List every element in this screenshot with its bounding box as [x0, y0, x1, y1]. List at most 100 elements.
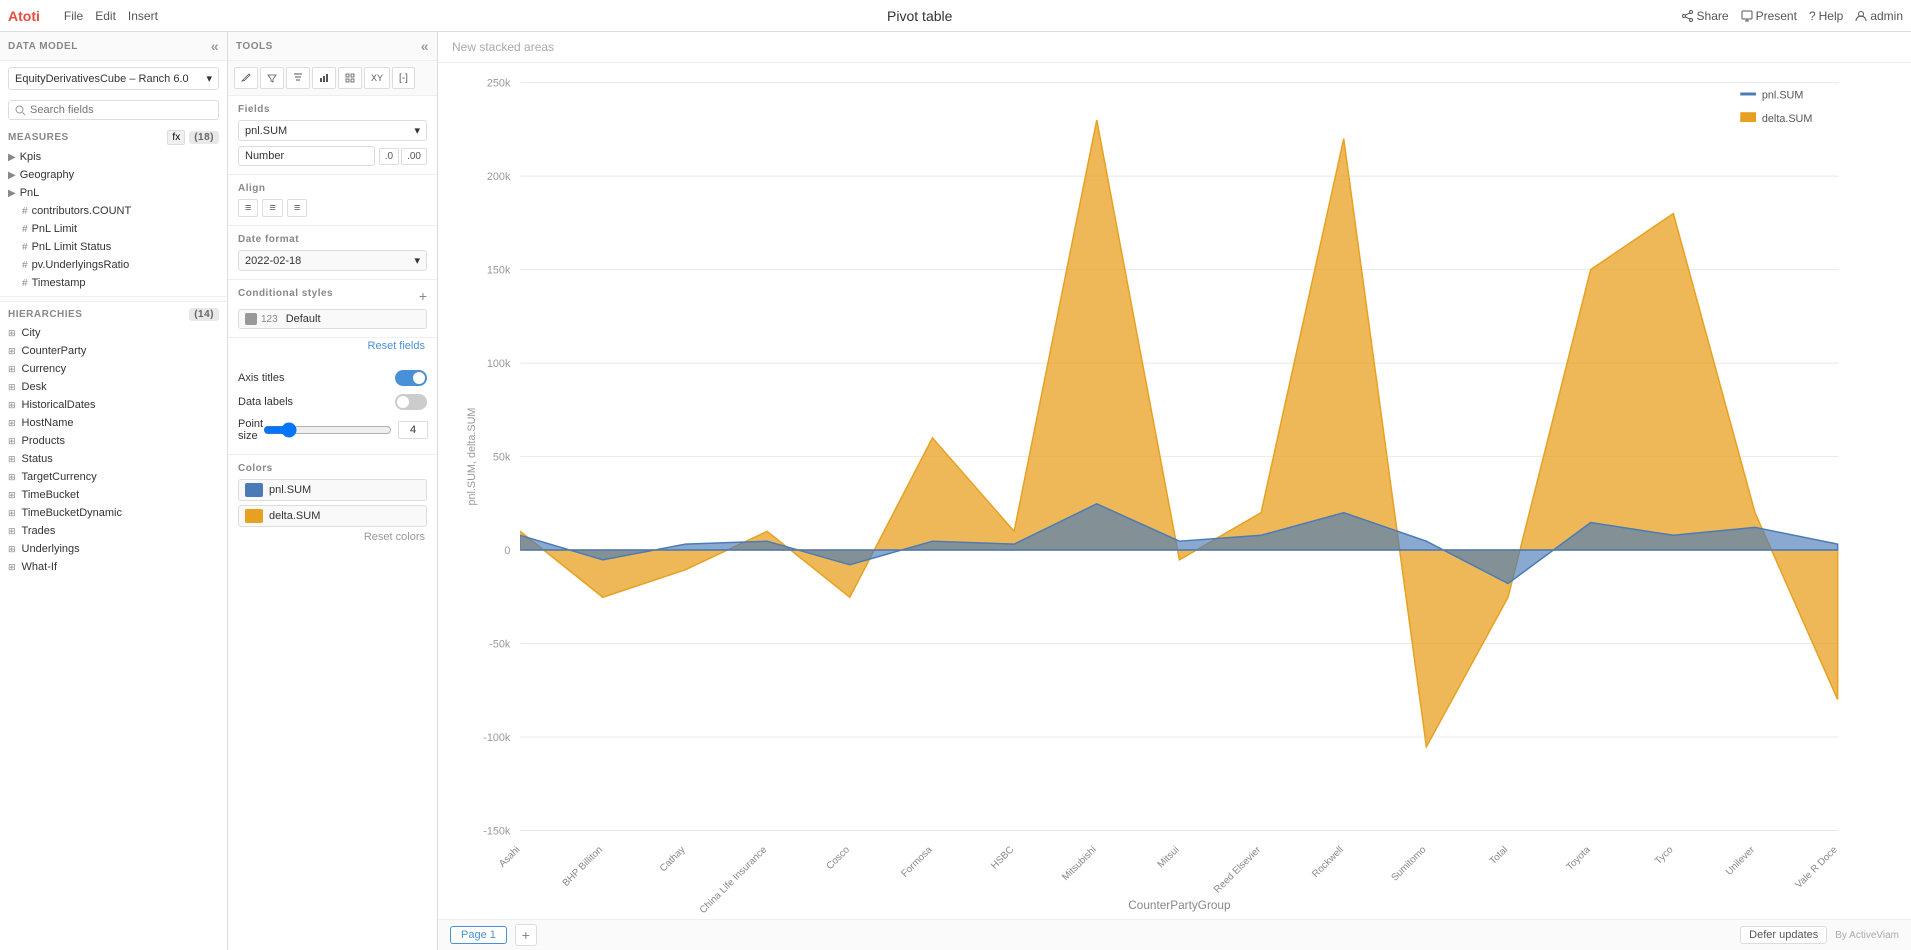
model-select[interactable]: EquityDerivativesCube – Ranch 6.0 ▾: [8, 67, 219, 90]
add-page-btn[interactable]: +: [515, 924, 537, 946]
date-format-input[interactable]: 2022-02-18 ▾: [238, 250, 427, 271]
filter-down-tool-btn[interactable]: [260, 67, 284, 89]
align-left-btn[interactable]: ≡: [238, 199, 258, 217]
legend-pnl-swatch: [1740, 93, 1756, 96]
measure-item-pnl[interactable]: ▶ PnL: [0, 184, 227, 202]
point-size-label: Point size: [238, 418, 263, 442]
pencil-tool-btn[interactable]: [234, 67, 258, 89]
hierarchy-item-timebucketdynamic[interactable]: ⊞ TimeBucketDynamic: [0, 504, 227, 522]
measures-list: ▶ Kpis ▶ Geography ▶ PnL # contributors.…: [0, 148, 227, 292]
data-labels-label: Data labels: [238, 396, 293, 408]
help-button[interactable]: ? Help: [1809, 9, 1843, 23]
format-decimal-btn[interactable]: .00: [401, 148, 427, 165]
x-label-reed: Reed Elsevier: [1212, 844, 1264, 896]
add-cond-btn[interactable]: +: [419, 288, 427, 304]
conditional-styles-section: Conditional styles + 123 Default: [228, 280, 437, 338]
grid-icon: [345, 73, 355, 83]
share-button[interactable]: Share: [1682, 9, 1729, 23]
delta-sum-area: [520, 120, 1837, 747]
hierarchy-item-status[interactable]: ⊞ Status: [0, 450, 227, 468]
y-tick: 50k: [493, 451, 511, 463]
divider: [0, 296, 227, 297]
hierarchy-item-targetcurrency[interactable]: ⊞ TargetCurrency: [0, 468, 227, 486]
bracket-tool-btn[interactable]: [-]: [392, 67, 415, 89]
align-center-btn[interactable]: ≡: [262, 199, 282, 217]
filter-down-icon: [267, 73, 277, 83]
hierarchy-item-whatif[interactable]: ⊞ What-If: [0, 558, 227, 576]
user-button[interactable]: admin: [1855, 9, 1903, 23]
x-label-cosco: Cosco: [824, 844, 852, 872]
defer-updates-btn[interactable]: Defer updates: [1740, 926, 1827, 944]
axis-titles-toggle[interactable]: [395, 370, 427, 386]
stacked-area-chart: 250k 200k 150k 100k 50k 0 -50k -100k -15…: [438, 63, 1911, 919]
align-label: Align: [238, 183, 427, 194]
delta-color-swatch[interactable]: [245, 509, 263, 523]
measure-item-pnl-limit-status[interactable]: # PnL Limit Status: [0, 238, 227, 256]
hierarchy-item-trades[interactable]: ⊞ Trades: [0, 522, 227, 540]
xy-tool-btn[interactable]: XY: [364, 67, 390, 89]
search-box: [8, 100, 219, 120]
page-title: Pivot table: [174, 8, 1666, 24]
hierarchy-icon: ⊞: [8, 382, 16, 393]
data-model-header: DATA MODEL «: [0, 32, 227, 61]
funnel-tool-btn[interactable]: [286, 67, 310, 89]
measure-item-kpis[interactable]: ▶ Kpis: [0, 148, 227, 166]
present-button[interactable]: Present: [1741, 9, 1797, 23]
measure-item-contributors-count[interactable]: # contributors.COUNT: [0, 202, 227, 220]
hierarchy-icon: ⊞: [8, 454, 16, 465]
hierarchies-section-header: HIERARCHIES (14): [0, 302, 227, 324]
type-select[interactable]: Number: [238, 146, 375, 166]
collapse-tools-btn[interactable]: «: [421, 38, 429, 54]
pnl-color-swatch[interactable]: [245, 483, 263, 497]
hierarchy-item-historicaldates[interactable]: ⊞ HistoricalDates: [0, 396, 227, 414]
brand-label: By ActiveViam: [1835, 930, 1899, 941]
hierarchy-icon: ⊞: [8, 346, 16, 357]
fx-button[interactable]: fx: [167, 130, 185, 145]
grid-tool-btn[interactable]: [338, 67, 362, 89]
collapse-left-btn[interactable]: «: [211, 38, 219, 54]
hierarchy-item-underlyings[interactable]: ⊞ Underlyings: [0, 540, 227, 558]
point-size-slider[interactable]: [263, 422, 392, 438]
hierarchy-item-hostname[interactable]: ⊞ HostName: [0, 414, 227, 432]
hierarchy-icon: ⊞: [8, 472, 16, 483]
hierarchy-item-desk[interactable]: ⊞ Desk: [0, 378, 227, 396]
reset-fields-link[interactable]: Reset fields: [238, 340, 427, 352]
align-btns: ≡ ≡ ≡: [238, 199, 427, 217]
y-tick: -50k: [489, 638, 511, 650]
menu-insert[interactable]: Insert: [128, 9, 158, 23]
tools-panel: TOOLS « XY [-]: [228, 32, 438, 950]
color-row-pnl: pnl.SUM: [238, 479, 427, 501]
data-labels-toggle[interactable]: [395, 394, 427, 410]
bar-chart-tool-btn[interactable]: [312, 67, 336, 89]
align-right-btn[interactable]: ≡: [287, 199, 307, 217]
measure-item-timestamp[interactable]: # Timestamp: [0, 274, 227, 292]
field-select[interactable]: pnl.SUM ▾: [238, 120, 427, 141]
fields-section: Fields pnl.SUM ▾ Number .0 .00: [228, 96, 437, 175]
tools-header: TOOLS «: [228, 32, 437, 61]
menu-bar: File Edit Insert: [64, 9, 158, 23]
hierarchy-item-products[interactable]: ⊞ Products: [0, 432, 227, 450]
x-label-asahi: Asahi: [497, 844, 522, 869]
format-comma-btn[interactable]: .0: [379, 148, 399, 165]
cond-header: Conditional styles +: [238, 288, 427, 304]
measure-item-pv-underlyings-ratio[interactable]: # pv.UnderlyingsRatio: [0, 256, 227, 274]
reset-colors-link[interactable]: Reset colors: [238, 531, 427, 543]
x-axis-label: CounterPartyGroup: [1128, 898, 1231, 912]
hierarchy-item-counterparty[interactable]: ⊞ CounterParty: [0, 342, 227, 360]
page-tab-1[interactable]: Page 1: [450, 926, 507, 944]
y-tick: -150k: [483, 825, 511, 837]
menu-file[interactable]: File: [64, 9, 83, 23]
chart-area: New stacked areas 250k 200k 150k: [438, 32, 1911, 950]
point-size-controls: 4: [263, 421, 428, 439]
search-input[interactable]: [30, 104, 212, 116]
menu-edit[interactable]: Edit: [95, 9, 116, 23]
measure-item-pnl-limit[interactable]: # PnL Limit: [0, 220, 227, 238]
measures-section-header: MEASURES fx (18): [0, 124, 227, 148]
measure-item-geography[interactable]: ▶ Geography: [0, 166, 227, 184]
user-icon: [1855, 10, 1867, 22]
color-row-delta: delta.SUM: [238, 505, 427, 527]
hierarchy-item-currency[interactable]: ⊞ Currency: [0, 360, 227, 378]
hierarchy-item-city[interactable]: ⊞ City: [0, 324, 227, 342]
axis-titles-label: Axis titles: [238, 372, 284, 384]
hierarchy-item-timebucket[interactable]: ⊞ TimeBucket: [0, 486, 227, 504]
